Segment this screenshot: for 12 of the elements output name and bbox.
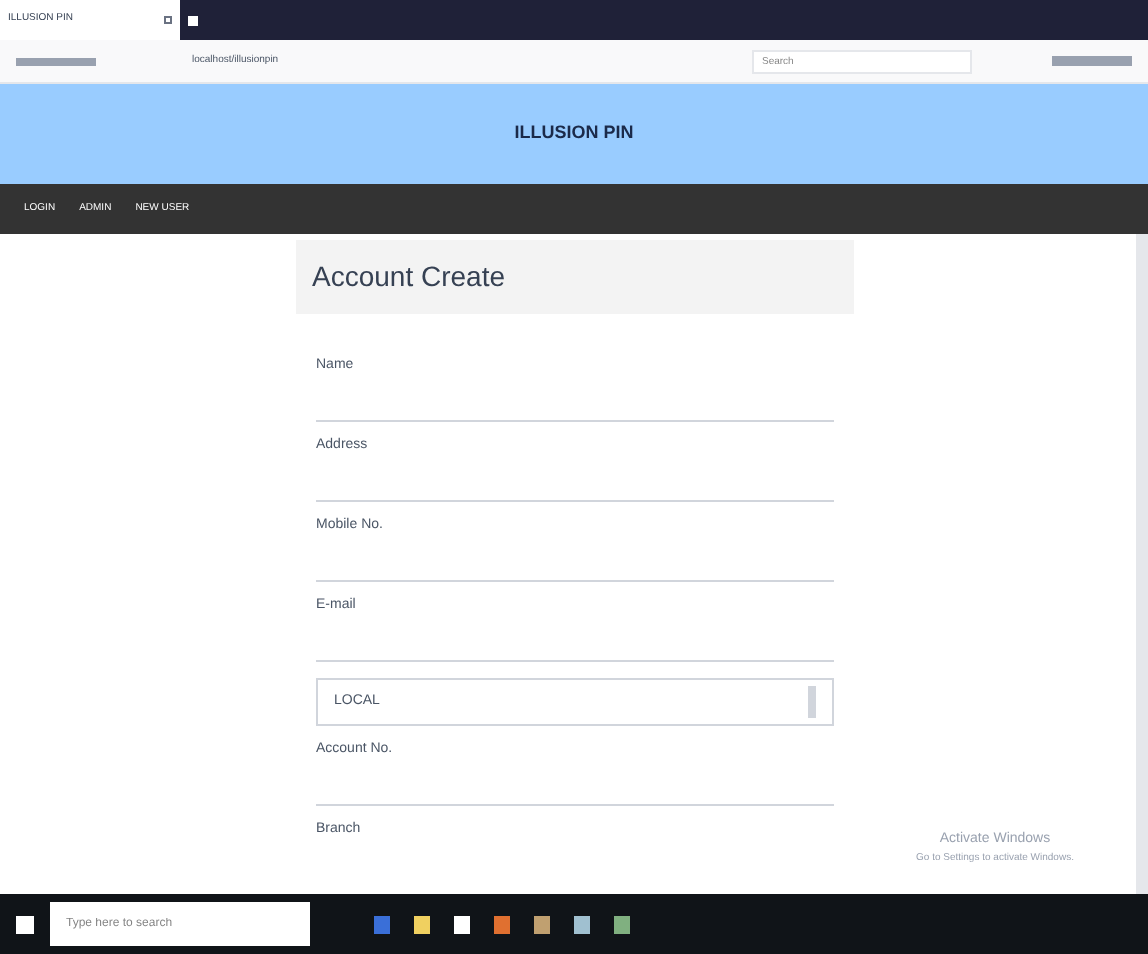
scrollbar[interactable] bbox=[1136, 234, 1148, 894]
app-icon[interactable] bbox=[494, 915, 510, 933]
new-tab-icon[interactable] bbox=[188, 15, 198, 25]
app-icon[interactable] bbox=[454, 915, 470, 933]
app-icon[interactable] bbox=[534, 915, 550, 933]
close-icon[interactable] bbox=[164, 16, 172, 24]
app-icon[interactable] bbox=[574, 915, 590, 933]
site-title: ILLUSION PIN bbox=[514, 120, 634, 147]
app-icon[interactable] bbox=[614, 915, 630, 933]
app-icon[interactable] bbox=[414, 915, 430, 933]
start-icon[interactable] bbox=[16, 915, 34, 933]
form-title: Account Create bbox=[312, 258, 505, 296]
